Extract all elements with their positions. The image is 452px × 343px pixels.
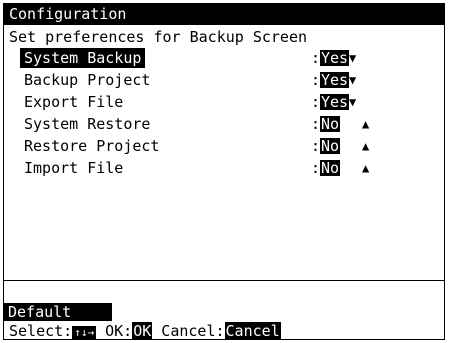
setting-label: Backup Project <box>24 71 151 89</box>
config-screen: Configuration Set preferences for Backup… <box>3 3 445 340</box>
down-arrow-icon[interactable]: ▼ <box>349 48 356 68</box>
setting-label: System Restore <box>24 115 151 133</box>
up-arrow-icon[interactable]: ▲ <box>362 158 369 178</box>
setting-export-file[interactable]: Export File : Yes ▼ <box>4 92 444 112</box>
setting-separator: : <box>311 93 321 111</box>
select-hint-label: Select: <box>9 322 73 340</box>
setting-label: Import File <box>24 159 124 177</box>
setting-import-file[interactable]: Import File : No ▲ <box>4 158 444 178</box>
up-arrow-icon[interactable]: ▲ <box>362 114 369 134</box>
setting-value[interactable]: Yes <box>320 94 350 111</box>
setting-separator: : <box>311 159 321 177</box>
window-title: Configuration <box>4 4 444 25</box>
cancel-button[interactable]: Cancel <box>224 322 281 339</box>
down-arrow-icon[interactable]: ▼ <box>349 70 356 90</box>
ok-button[interactable]: OK <box>132 322 153 339</box>
setting-value[interactable]: Yes <box>320 72 350 89</box>
setting-separator: : <box>311 49 321 67</box>
divider <box>4 280 444 281</box>
setting-separator: : <box>311 115 321 133</box>
up-arrow-icon[interactable]: ▲ <box>362 136 369 156</box>
down-arrow-icon[interactable]: ▼ <box>349 92 356 112</box>
setting-value[interactable]: Yes <box>320 50 350 67</box>
setting-backup-project[interactable]: Backup Project : Yes ▼ <box>4 70 444 90</box>
setting-restore-project[interactable]: Restore Project : No ▲ <box>4 136 444 156</box>
setting-label: System Backup <box>20 48 146 68</box>
arrow-keys-icon[interactable]: ↑↓→ <box>72 326 97 339</box>
setting-value[interactable]: No <box>320 116 341 133</box>
setting-label: Export File <box>24 93 124 111</box>
cancel-hint-label: Cancel: <box>152 322 225 340</box>
setting-label: Restore Project <box>24 137 160 155</box>
screen-subtitle: Set preferences for Backup Screen <box>9 28 308 46</box>
key-hints-bar: Select: ↑↓→ OK:OK Cancel:Cancel <box>9 322 281 340</box>
setting-system-backup[interactable]: System Backup : Yes ▼ <box>4 48 444 68</box>
ok-hint-label: OK: <box>96 322 133 340</box>
setting-separator: : <box>311 71 321 89</box>
setting-separator: : <box>311 137 321 155</box>
setting-system-restore[interactable]: System Restore : No ▲ <box>4 114 444 134</box>
default-button[interactable]: Default <box>4 303 112 321</box>
setting-value[interactable]: No <box>320 138 341 155</box>
setting-value[interactable]: No <box>320 160 341 177</box>
